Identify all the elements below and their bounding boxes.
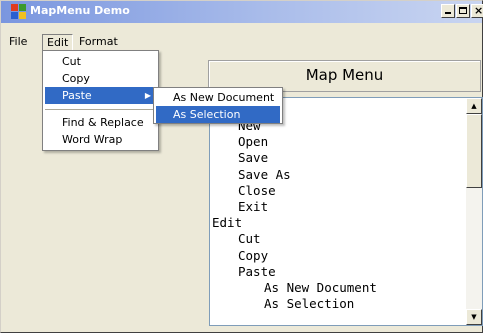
minimize-icon [445, 12, 451, 14]
menu-separator [45, 109, 156, 110]
menu-file[interactable]: File [5, 34, 31, 51]
menu-item-label: As New Document [173, 91, 275, 104]
app-window: MapMenu Demo × File Edit Format Map Menu… [0, 0, 483, 333]
menu-item-label: As Selection [173, 108, 241, 121]
menu-map-tree: New Open Save Save As Close Exit Edit Cu… [210, 98, 466, 325]
menu-item-label: Paste [62, 89, 92, 102]
menu-bar: File Edit Format [1, 33, 482, 51]
tree-item[interactable]: Cut [210, 231, 466, 247]
scroll-thumb[interactable] [466, 114, 482, 188]
menu-item-word-wrap[interactable]: Word Wrap [45, 131, 156, 148]
menu-item-label: Find & Replace [62, 116, 144, 129]
title-bar[interactable]: MapMenu Demo × [1, 1, 483, 23]
window-title: MapMenu Demo [30, 4, 130, 17]
tree-item[interactable]: Save [210, 150, 466, 166]
tree-item[interactable]: As New Document [210, 280, 466, 296]
menu-item-label: Copy [62, 72, 90, 85]
tree-item[interactable]: Open [210, 134, 466, 150]
close-icon: × [474, 4, 483, 17]
menu-edit[interactable]: Edit [42, 34, 74, 51]
maximize-icon [459, 7, 467, 14]
tree-item[interactable]: Paste [210, 264, 466, 280]
arrow-up-icon: ▲ [471, 102, 477, 110]
menu-item-as-selection[interactable]: As Selection [156, 106, 280, 123]
app-icon [11, 4, 27, 20]
menu-map-listbox[interactable]: New Open Save Save As Close Exit Edit Cu… [209, 97, 483, 326]
menu-item-find-replace[interactable]: Find & Replace [45, 114, 156, 131]
chevron-right-icon: ▶ [144, 91, 151, 100]
menu-item-cut[interactable]: Cut [45, 53, 156, 70]
tree-item[interactable]: As Selection [210, 296, 466, 312]
scroll-down-button[interactable]: ▼ [466, 309, 482, 325]
paste-submenu: As New Document As Selection [153, 87, 283, 124]
maximize-button[interactable] [456, 4, 470, 18]
menu-item-as-new-document[interactable]: As New Document [156, 89, 280, 106]
tree-item[interactable]: Save As [210, 167, 466, 183]
scroll-up-button[interactable]: ▲ [466, 98, 482, 114]
menu-item-paste[interactable]: Paste ▶ [45, 87, 156, 104]
close-button[interactable]: × [471, 4, 483, 18]
edit-menu-dropdown: Cut Copy Paste ▶ Find & Replace Word Wra… [42, 50, 159, 151]
panel-title: Map Menu [305, 66, 384, 84]
minimize-button[interactable] [441, 4, 455, 18]
menu-item-copy[interactable]: Copy [45, 70, 156, 87]
tree-item[interactable]: Close [210, 183, 466, 199]
vertical-scrollbar[interactable]: ▲ ▼ [466, 98, 482, 325]
menu-format[interactable]: Format [75, 34, 122, 51]
tree-item[interactable]: Copy [210, 248, 466, 264]
menu-item-label: Cut [62, 55, 81, 68]
tree-item[interactable]: Exit [210, 199, 466, 215]
tree-item[interactable]: Edit [210, 215, 466, 231]
menu-item-label: Word Wrap [62, 133, 123, 146]
arrow-down-icon: ▼ [471, 313, 477, 321]
